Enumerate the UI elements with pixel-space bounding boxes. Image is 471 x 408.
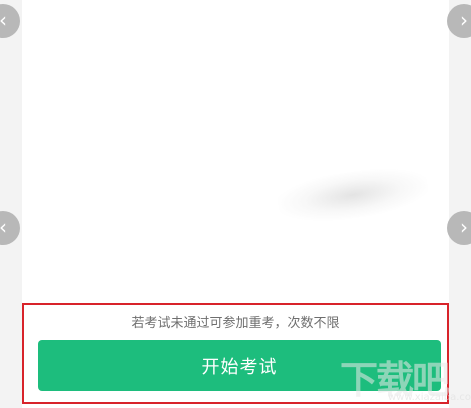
next-arrow-top[interactable]: ›: [447, 4, 471, 38]
prev-arrow-top[interactable]: ‹: [0, 4, 20, 38]
prev-arrow-middle[interactable]: ‹: [0, 211, 20, 245]
exam-start-screen: ‹ › ‹ › 若考试未通过可参加重考，次数不限 开始考试 下载吧 www.xi…: [0, 0, 471, 408]
chevron-left-icon: ‹: [0, 217, 7, 237]
chevron-right-icon: ›: [460, 8, 468, 32]
watermark-url: www.xiazaiba.com: [388, 392, 471, 403]
next-arrow-middle[interactable]: ›: [447, 211, 471, 245]
site-watermark: 下载吧 www.xiazaiba.com: [340, 349, 471, 407]
retake-notice: 若考试未通过可参加重考，次数不限: [131, 316, 340, 331]
chevron-right-icon: ›: [460, 215, 468, 239]
chevron-left-icon: ‹: [0, 10, 7, 30]
